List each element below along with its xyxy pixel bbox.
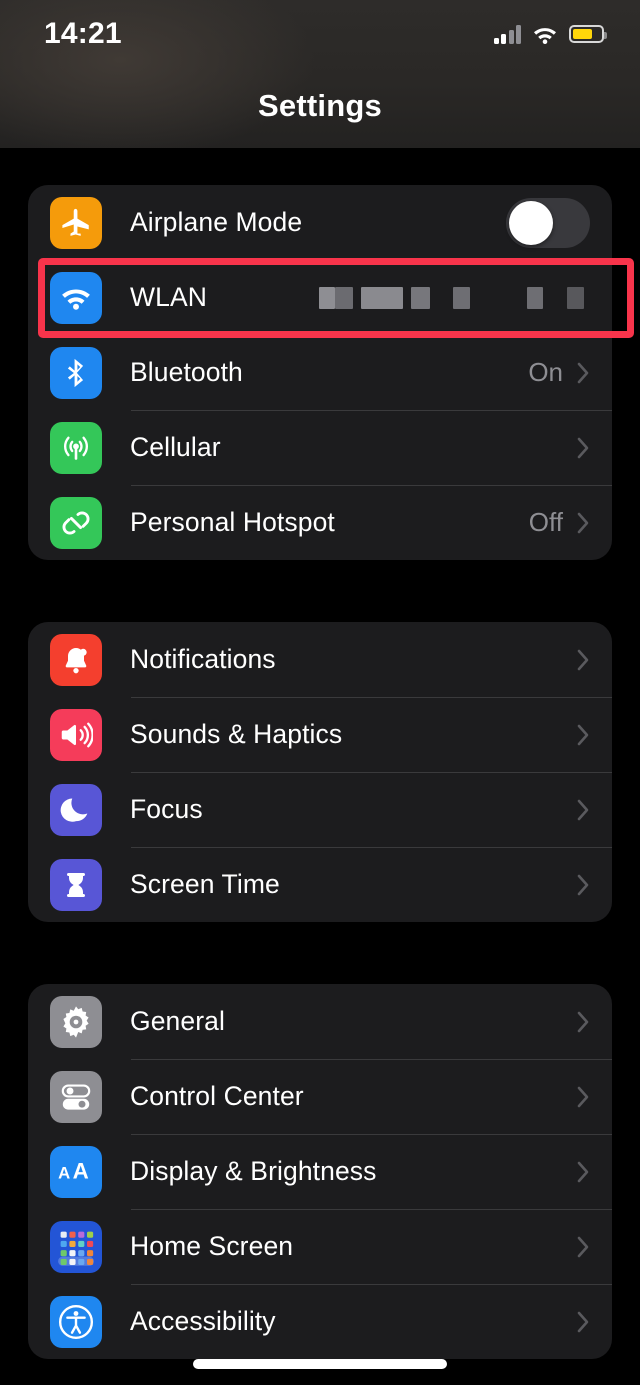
- hotspot-link-icon: [50, 496, 102, 549]
- settings-row-accessibility[interactable]: Accessibility: [28, 1284, 612, 1359]
- svg-text:A: A: [73, 1158, 89, 1183]
- toggle-knob: [509, 200, 553, 245]
- page-title: Settings: [258, 88, 382, 123]
- wlan-network-name-redacted: [319, 286, 584, 309]
- home-screen-icon: [50, 1220, 102, 1273]
- status-bar: 14:21: [0, 0, 640, 64]
- settings-row-label: Notifications: [130, 644, 276, 674]
- settings-row-screen-time[interactable]: Screen Time: [28, 847, 612, 922]
- chevron-right-icon: [577, 512, 590, 534]
- home-indicator[interactable]: [193, 1359, 447, 1369]
- airplane-mode-toggle[interactable]: [506, 197, 590, 248]
- settings-row-label: Control Center: [130, 1081, 304, 1111]
- chevron-right-icon: [577, 874, 590, 896]
- settings-row-airplane-mode[interactable]: Airplane Mode: [28, 185, 612, 260]
- settings-row-display-brightness[interactable]: A A Display & Brightness: [28, 1134, 612, 1209]
- settings-row-label: General: [130, 1006, 225, 1036]
- settings-row-value: Off: [528, 507, 563, 537]
- cellular-signal-icon: [493, 24, 521, 44]
- status-bar-indicators: [493, 21, 607, 44]
- cellular-antenna-icon: [50, 421, 102, 474]
- settings-screen: 14:21 Settings Airplane Mode WLAN Bluetoot…: [0, 0, 640, 1385]
- settings-row-label: Airplane Mode: [130, 207, 303, 237]
- settings-row-home-screen[interactable]: Home Screen: [28, 1209, 612, 1284]
- settings-row-label: Screen Time: [130, 869, 280, 899]
- settings-group-system: General Control Center A A Display & Brightn…: [28, 984, 612, 1359]
- settings-row-personal-hotspot[interactable]: Personal Hotspot Off: [28, 485, 612, 560]
- chevron-right-icon: [577, 649, 590, 671]
- settings-row-label: Personal Hotspot: [130, 507, 335, 537]
- settings-row-label: Focus: [130, 794, 203, 824]
- settings-row-label: Cellular: [130, 432, 221, 462]
- settings-row-label: WLAN: [130, 282, 207, 312]
- settings-row-label: Display & Brightness: [130, 1156, 377, 1186]
- bluetooth-icon: [50, 346, 102, 399]
- settings-row-label: Sounds & Haptics: [130, 719, 343, 749]
- settings-list[interactable]: Airplane Mode WLAN Bluetooth On Cellular Pers…: [0, 148, 640, 1385]
- status-bar-time: 14:21: [44, 17, 122, 50]
- chevron-right-icon: [577, 799, 590, 821]
- chevron-right-icon: [577, 1236, 590, 1258]
- settings-group-connectivity: Airplane Mode WLAN Bluetooth On Cellular Pers…: [28, 185, 612, 560]
- chevron-right-icon: [577, 1086, 590, 1108]
- chevron-right-icon: [577, 1011, 590, 1033]
- settings-row-cellular[interactable]: Cellular: [28, 410, 612, 485]
- wifi-icon: [50, 271, 102, 324]
- settings-row-sounds-haptics[interactable]: Sounds & Haptics: [28, 697, 612, 772]
- settings-row-label: Home Screen: [130, 1231, 294, 1261]
- settings-row-control-center[interactable]: Control Center: [28, 1059, 612, 1134]
- display-brightness-icon: AA: [50, 1145, 102, 1198]
- moon-icon: [50, 783, 102, 836]
- settings-row-value: On: [528, 357, 563, 387]
- control-center-icon: [50, 1070, 102, 1123]
- battery-icon: [569, 25, 607, 43]
- settings-row-notifications[interactable]: Notifications: [28, 622, 612, 697]
- wifi-icon: [534, 27, 556, 44]
- bell-icon: [50, 633, 102, 686]
- svg-text:A: A: [58, 1163, 70, 1182]
- chevron-right-icon: [577, 1161, 590, 1183]
- accessibility-icon: [50, 1295, 102, 1348]
- settings-row-label: Accessibility: [130, 1306, 276, 1336]
- settings-row-general[interactable]: General: [28, 984, 612, 1059]
- speaker-icon: [50, 708, 102, 761]
- navigation-header: 14:21 Settings: [0, 0, 640, 148]
- chevron-right-icon: [577, 437, 590, 459]
- gear-icon: [50, 995, 102, 1048]
- hourglass-icon: [50, 858, 102, 911]
- airplane-icon: [50, 196, 102, 249]
- chevron-right-icon: [577, 362, 590, 384]
- settings-row-focus[interactable]: Focus: [28, 772, 612, 847]
- chevron-right-icon: [577, 1311, 590, 1333]
- settings-group-alerts: Notifications Sounds & Haptics Focus Screen…: [28, 622, 612, 922]
- settings-row-wlan[interactable]: WLAN: [28, 260, 612, 335]
- settings-row-label: Bluetooth: [130, 357, 243, 387]
- settings-row-bluetooth[interactable]: Bluetooth On: [28, 335, 612, 410]
- chevron-right-icon: [577, 724, 590, 746]
